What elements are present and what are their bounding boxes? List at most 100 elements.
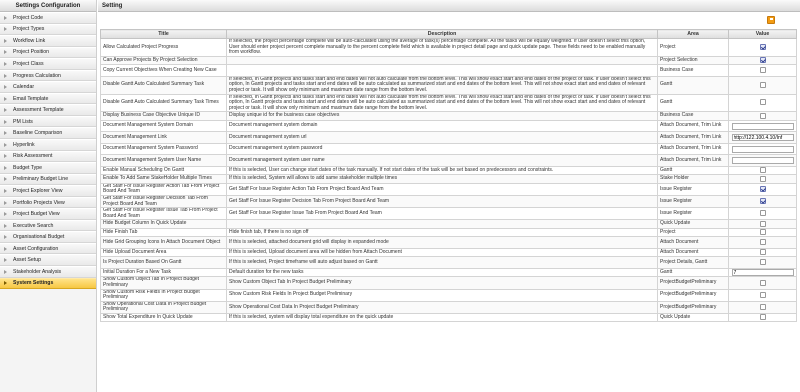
- sidebar-item-preliminary-budget-line[interactable]: Preliminary Budget Line: [0, 173, 96, 186]
- setting-checkbox[interactable]: [759, 99, 766, 106]
- setting-text-field[interactable]: [731, 157, 794, 165]
- sidebar-item-label: Assessment Template: [13, 107, 64, 114]
- sidebar-item-label: Project Class: [13, 60, 44, 67]
- setting-title: Show Custom Risk Fields In Project Budge…: [100, 288, 227, 302]
- sidebar-item-calendar[interactable]: Calendar: [0, 81, 96, 93]
- setting-area: Attach Document, Trim Link: [657, 154, 729, 167]
- save-icon[interactable]: [767, 16, 775, 24]
- setting-value: [728, 276, 797, 290]
- sidebar-item-asset-configuration[interactable]: Asset Configuration: [0, 242, 96, 255]
- setting-checkbox[interactable]: [759, 279, 766, 286]
- setting-checkbox[interactable]: [759, 259, 766, 266]
- setting-checkbox[interactable]: [759, 303, 766, 310]
- sidebar-item-progress-calculation[interactable]: Progress Calculation: [0, 69, 96, 82]
- arrow-bullet-icon: [3, 269, 8, 274]
- sidebar-item-label: System Settings: [13, 280, 54, 287]
- setting-title: Document Management System Password: [100, 142, 227, 156]
- table-row: Document Management Link Document managem…: [100, 131, 797, 144]
- table-row: Document Management System User Name Docu…: [100, 154, 797, 167]
- setting-checkbox[interactable]: [759, 210, 766, 217]
- sidebar-item-budget-type[interactable]: Budget Type: [0, 162, 96, 174]
- sidebar-item-label: Organisational Budget: [13, 234, 65, 241]
- setting-area: Gantt: [657, 165, 729, 176]
- sidebar-item-asset-setup[interactable]: Asset Setup: [0, 254, 96, 267]
- sidebar-item-pm-lists[interactable]: PM Lists: [0, 115, 96, 128]
- setting-area: Stake Holder: [657, 174, 729, 184]
- arrow-bullet-icon: [3, 73, 8, 78]
- sidebar-item-organisational-budget[interactable]: Organisational Budget: [0, 231, 96, 243]
- setting-title: Display Business Case Objective Unique I…: [100, 111, 227, 121]
- sidebar-item-project-class[interactable]: Project Class: [0, 58, 96, 70]
- arrow-bullet-icon: [3, 15, 8, 20]
- setting-area: Project: [657, 227, 729, 238]
- sidebar-item-assessment-template[interactable]: Assessment Template: [0, 104, 96, 116]
- table-row: Hide Budget Column In Quick Update Quick …: [100, 219, 797, 229]
- setting-checkbox[interactable]: [759, 239, 766, 246]
- setting-checkbox[interactable]: [759, 112, 766, 119]
- page-title: Setting: [98, 0, 800, 12]
- sidebar-item-hyperlink[interactable]: Hyperlink: [0, 139, 96, 151]
- setting-checkbox[interactable]: [759, 229, 766, 236]
- sidebar-item-stakeholder-analysis[interactable]: Stakeholder Analysis: [0, 266, 96, 278]
- table-row: Get Staff For Issue Register Issue Tab F…: [100, 207, 797, 221]
- setting-checkbox[interactable]: [759, 314, 766, 321]
- setting-value: [728, 75, 797, 95]
- setting-value: [728, 55, 797, 66]
- arrow-bullet-icon: [3, 188, 8, 193]
- setting-description: Default duration for the new tasks: [226, 267, 658, 278]
- setting-area: Issue Register: [657, 207, 729, 221]
- setting-checkbox[interactable]: [759, 81, 766, 88]
- setting-checkbox[interactable]: [759, 249, 766, 256]
- setting-checkbox[interactable]: [759, 43, 766, 50]
- settings-sidebar: Settings Configuration Project Code Proje…: [0, 0, 97, 392]
- column-header-description: Description: [226, 29, 658, 39]
- sidebar-item-portfolio-projects-view[interactable]: Portfolio Projects View: [0, 196, 96, 209]
- setting-checkbox[interactable]: [759, 291, 766, 298]
- setting-checkbox[interactable]: [759, 57, 766, 64]
- sidebar-item-workflow-link[interactable]: Workflow Link: [0, 35, 96, 47]
- sidebar-item-email-template[interactable]: Email Template: [0, 92, 96, 105]
- setting-title: Show Total Expenditure In Quick Update: [100, 312, 227, 323]
- sidebar-item-risk-assessment[interactable]: Risk Assessment: [0, 150, 96, 163]
- setting-text-field[interactable]: [731, 134, 794, 142]
- sidebar-item-project-code[interactable]: Project Code: [0, 12, 96, 24]
- setting-checkbox[interactable]: [759, 175, 766, 182]
- setting-checkbox[interactable]: [759, 198, 766, 205]
- setting-value: [728, 288, 797, 302]
- sidebar-item-baseline-comparison[interactable]: Baseline Comparison: [0, 127, 96, 140]
- sidebar-item-label: Risk Assessment: [13, 153, 53, 160]
- setting-title: Is Project Duration Based On Gantt: [100, 256, 227, 269]
- setting-title: Document Management System Domain: [100, 119, 227, 133]
- sidebar-item-label: Calendar: [13, 84, 35, 91]
- table-row: Document Management System Password Docum…: [100, 142, 797, 156]
- table-row: Hide Upload Document Area If this is sele…: [100, 247, 797, 258]
- arrow-bullet-icon: [3, 154, 8, 159]
- sidebar-item-label: Executive Search: [13, 222, 54, 229]
- table-row: Document Management System Domain Documen…: [100, 119, 797, 133]
- sidebar-item-executive-search[interactable]: Executive Search: [0, 219, 96, 232]
- setting-description: If selected, the project percentage comp…: [226, 38, 658, 57]
- sidebar-item-project-explorer-view[interactable]: Project Explorer View: [0, 185, 96, 197]
- setting-area: Attach Document, Trim Link: [657, 142, 729, 156]
- table-row: Hide Grid Grouping Icons In Attach Docum…: [100, 236, 797, 249]
- table-row: Disable Gantt Auto Calculated Summary Ta…: [100, 75, 797, 95]
- sidebar-item-label: Project Code: [13, 14, 43, 21]
- setting-area: Business Case: [657, 111, 729, 121]
- setting-description: If this is selected, Project timeframe w…: [226, 256, 658, 269]
- setting-checkbox[interactable]: [759, 67, 766, 74]
- sidebar-item-project-types[interactable]: Project Types: [0, 23, 96, 36]
- sidebar-item-system-settings[interactable]: System Settings: [0, 277, 96, 290]
- setting-description: [226, 64, 658, 77]
- sidebar-item-project-position[interactable]: Project Position: [0, 46, 96, 59]
- setting-checkbox[interactable]: [759, 167, 766, 174]
- sidebar-item-project-budget-view[interactable]: Project Budget View: [0, 208, 96, 220]
- column-header-title: Title: [100, 29, 227, 39]
- setting-text-field[interactable]: [731, 122, 794, 130]
- setting-text-field[interactable]: [731, 269, 794, 276]
- setting-value: [728, 154, 797, 167]
- setting-checkbox[interactable]: [759, 220, 766, 227]
- arrow-bullet-icon: [3, 27, 8, 32]
- setting-checkbox[interactable]: [759, 185, 766, 192]
- setting-description: If this is selected, system will display…: [226, 312, 658, 323]
- setting-text-field[interactable]: [731, 145, 794, 153]
